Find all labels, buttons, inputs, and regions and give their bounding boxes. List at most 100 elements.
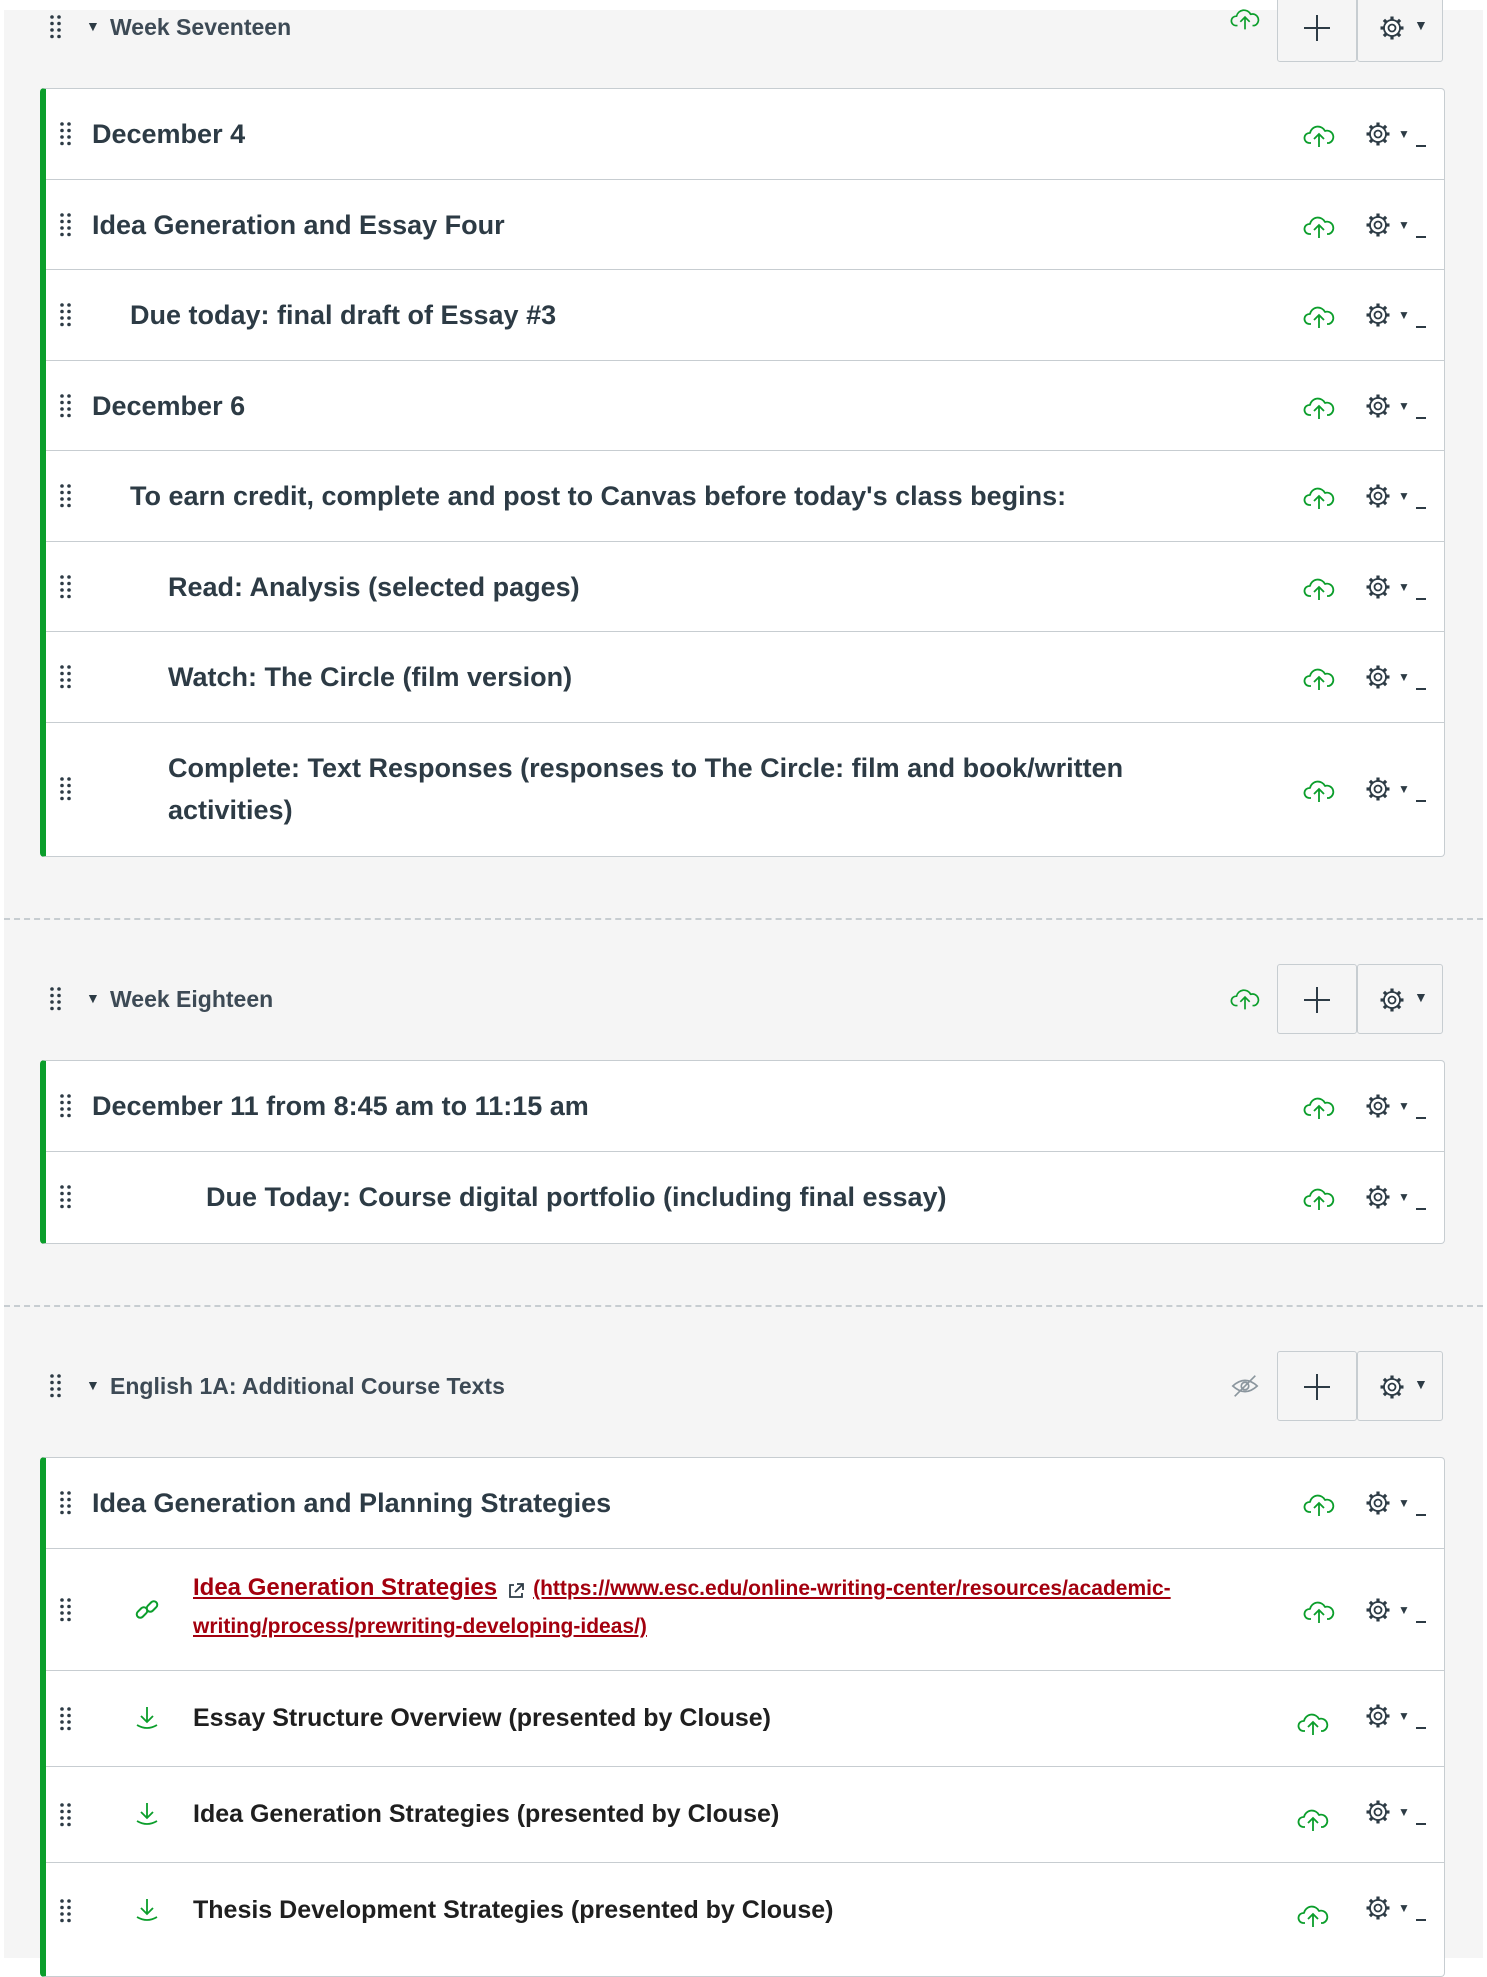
item-link[interactable]: Idea Generation Strategies: [193, 1574, 497, 1601]
caret-down-icon[interactable]: ▼: [1398, 1190, 1410, 1204]
module-item[interactable]: Due today: final draft of Essay #3 ▼: [46, 270, 1444, 361]
item-title[interactable]: December 11 from 8:45 am to 11:15 am: [92, 1085, 589, 1127]
cloud-upload-icon[interactable]: [1303, 1492, 1335, 1518]
module-settings-button[interactable]: ▼: [1357, 1351, 1443, 1421]
module-item[interactable]: Idea Generation and Planning Strategies …: [46, 1458, 1444, 1549]
item-title[interactable]: Essay Structure Overview (presented by C…: [193, 1697, 771, 1739]
item-title[interactable]: To earn credit, complete and post to Can…: [130, 475, 1066, 517]
gear-icon[interactable]: [1365, 574, 1391, 600]
drag-handle-icon[interactable]: [49, 986, 63, 1014]
module-item[interactable]: December 11 from 8:45 am to 11:15 am ▼: [46, 1061, 1444, 1152]
caret-down-icon[interactable]: ▼: [1398, 308, 1410, 322]
add-item-button[interactable]: [1277, 1351, 1357, 1421]
cloud-upload-icon[interactable]: [1303, 304, 1335, 330]
caret-down-icon[interactable]: ▼: [1398, 218, 1410, 232]
module-header[interactable]: ▼ English 1A: Additional Course Texts ▼: [4, 1351, 1483, 1423]
item-title[interactable]: Watch: The Circle (film version): [168, 656, 572, 698]
drag-handle-icon[interactable]: [59, 664, 73, 690]
gear-icon[interactable]: [1365, 1184, 1391, 1210]
module-header[interactable]: ▼ Week Eighteen ▼: [4, 964, 1483, 1036]
module-item[interactable]: Complete: Text Responses (responses to T…: [46, 723, 1444, 856]
caret-down-icon[interactable]: ▼: [1398, 399, 1410, 413]
caret-down-icon[interactable]: ▼: [1398, 1603, 1410, 1617]
cloud-upload-icon[interactable]: [1230, 986, 1260, 1012]
cloud-upload-icon[interactable]: [1303, 576, 1335, 602]
drag-handle-icon[interactable]: [49, 1373, 63, 1401]
cloud-upload-icon[interactable]: [1303, 485, 1335, 511]
gear-icon[interactable]: [1365, 483, 1391, 509]
module-item[interactable]: Thesis Development Strategies (presented…: [46, 1863, 1444, 1959]
item-title[interactable]: Complete: Text Responses (responses to T…: [168, 747, 1248, 831]
module-item[interactable]: Due Today: Course digital portfolio (inc…: [46, 1152, 1444, 1243]
cloud-upload-icon[interactable]: [1297, 1711, 1329, 1737]
module-item[interactable]: Read: Analysis (selected pages) ▼: [46, 542, 1444, 632]
drag-handle-icon[interactable]: [59, 1898, 73, 1924]
cloud-upload-icon[interactable]: [1303, 1599, 1335, 1625]
add-item-button[interactable]: [1277, 964, 1357, 1034]
item-title[interactable]: Idea Generation and Planning Strategies: [92, 1482, 611, 1524]
caret-down-icon[interactable]: ▼: [1398, 127, 1410, 141]
caret-down-icon[interactable]: ▼: [86, 1377, 100, 1393]
gear-icon[interactable]: [1365, 212, 1391, 238]
caret-down-icon[interactable]: ▼: [86, 990, 100, 1006]
drag-handle-icon[interactable]: [59, 574, 73, 600]
caret-down-icon[interactable]: ▼: [1398, 670, 1410, 684]
item-title[interactable]: Idea Generation and Essay Four: [92, 204, 505, 246]
caret-down-icon[interactable]: ▼: [1398, 1496, 1410, 1510]
caret-down-icon[interactable]: ▼: [1398, 1805, 1410, 1819]
cloud-upload-icon[interactable]: [1303, 123, 1335, 149]
module-item[interactable]: Essay Structure Overview (presented by C…: [46, 1671, 1444, 1767]
gear-icon[interactable]: [1365, 393, 1391, 419]
drag-handle-icon[interactable]: [59, 1184, 73, 1210]
item-title[interactable]: December 6: [92, 385, 245, 427]
caret-down-icon[interactable]: ▼: [1398, 1709, 1410, 1723]
cloud-upload-icon[interactable]: [1303, 214, 1335, 240]
eye-off-icon[interactable]: [1230, 1373, 1260, 1399]
gear-icon[interactable]: [1365, 776, 1391, 802]
gear-icon[interactable]: [1365, 1093, 1391, 1119]
gear-icon[interactable]: [1365, 664, 1391, 690]
module-item[interactable]: Idea Generation Strategies (presented by…: [46, 1767, 1444, 1863]
caret-down-icon[interactable]: ▼: [1398, 489, 1410, 503]
module-item[interactable]: Idea Generation and Essay Four ▼: [46, 180, 1444, 270]
caret-down-icon[interactable]: ▼: [1398, 1099, 1410, 1113]
gear-icon[interactable]: [1365, 121, 1391, 147]
module-item[interactable]: Watch: The Circle (film version) ▼: [46, 632, 1444, 723]
module-item[interactable]: Idea Generation Strategies (https://www.e…: [46, 1549, 1444, 1671]
item-title[interactable]: Read: Analysis (selected pages): [168, 566, 580, 608]
caret-down-icon[interactable]: ▼: [1398, 580, 1410, 594]
gear-icon[interactable]: [1365, 1597, 1391, 1623]
drag-handle-icon[interactable]: [49, 14, 63, 42]
drag-handle-icon[interactable]: [59, 776, 73, 802]
cloud-upload-icon[interactable]: [1303, 1095, 1335, 1121]
drag-handle-icon[interactable]: [59, 1706, 73, 1732]
drag-handle-icon[interactable]: [59, 393, 73, 419]
item-title[interactable]: Due Today: Course digital portfolio (inc…: [206, 1176, 947, 1218]
drag-handle-icon[interactable]: [59, 1802, 73, 1828]
cloud-upload-icon[interactable]: [1297, 1903, 1329, 1929]
gear-icon[interactable]: [1365, 1895, 1391, 1921]
item-title[interactable]: Thesis Development Strategies (presented…: [193, 1889, 833, 1931]
drag-handle-icon[interactable]: [59, 1597, 73, 1623]
item-title[interactable]: Idea Generation Strategies (presented by…: [193, 1793, 779, 1835]
module-header[interactable]: ▼ Week Seventeen ▼: [4, 0, 1483, 64]
drag-handle-icon[interactable]: [59, 212, 73, 238]
drag-handle-icon[interactable]: [59, 1490, 73, 1516]
cloud-upload-icon[interactable]: [1303, 395, 1335, 421]
gear-icon[interactable]: [1365, 1703, 1391, 1729]
module-settings-button[interactable]: ▼: [1357, 964, 1443, 1034]
cloud-upload-icon[interactable]: [1230, 6, 1260, 32]
item-title[interactable]: December 4: [92, 113, 245, 155]
caret-down-icon[interactable]: ▼: [1398, 1901, 1410, 1915]
drag-handle-icon[interactable]: [59, 483, 73, 509]
gear-icon[interactable]: [1365, 1799, 1391, 1825]
module-item[interactable]: To earn credit, complete and post to Can…: [46, 451, 1444, 542]
module-item[interactable]: December 6 ▼: [46, 361, 1444, 451]
module-item[interactable]: December 4 ▼: [46, 89, 1444, 180]
item-title[interactable]: Due today: final draft of Essay #3: [130, 294, 556, 336]
module-settings-button[interactable]: ▼: [1357, 0, 1443, 62]
cloud-upload-icon[interactable]: [1303, 778, 1335, 804]
cloud-upload-icon[interactable]: [1303, 1186, 1335, 1212]
caret-down-icon[interactable]: ▼: [1398, 782, 1410, 796]
drag-handle-icon[interactable]: [59, 302, 73, 328]
